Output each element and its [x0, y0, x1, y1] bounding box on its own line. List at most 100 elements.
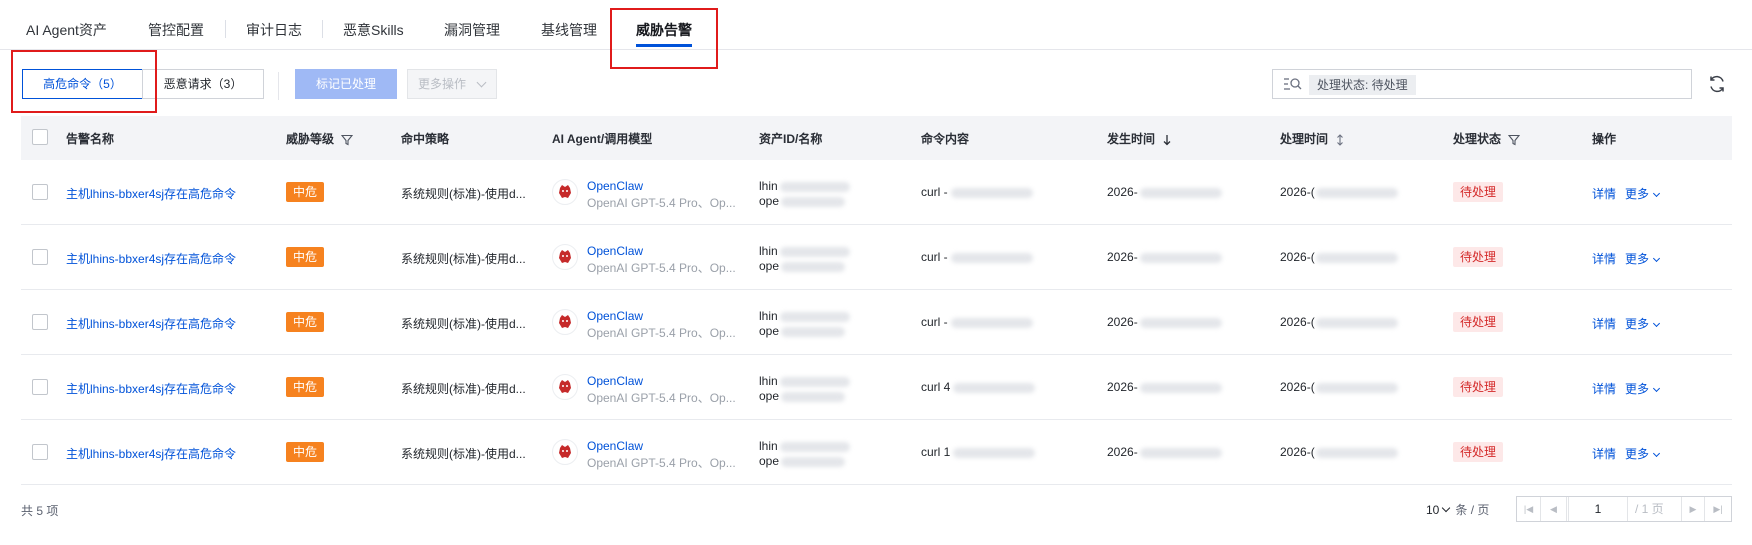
tab-ai-agent-assets[interactable]: AI Agent资产	[26, 20, 107, 40]
more-dropdown[interactable]: 更多	[1625, 252, 1661, 266]
more-label: 更多	[1625, 382, 1650, 396]
status-badge: 待处理	[1453, 442, 1504, 462]
more-dropdown[interactable]: 更多	[1625, 447, 1661, 461]
more-dropdown[interactable]: 更多	[1625, 317, 1661, 331]
column-header-agent-model: AI Agent/调用模型	[552, 132, 653, 146]
tab-baseline-mgmt[interactable]: 基线管理	[541, 20, 597, 40]
filter-icon[interactable]	[1508, 134, 1521, 146]
chevron-down-icon	[1652, 384, 1661, 393]
occurred-time-text: 2026-	[1107, 380, 1138, 394]
chevron-down-icon	[1652, 449, 1661, 458]
redacted-blur	[779, 441, 850, 452]
occurred-time-cell: 2026-	[1107, 185, 1222, 199]
row-checkbox[interactable]	[32, 379, 48, 395]
agent-name-link[interactable]: OpenClaw	[587, 374, 736, 388]
detail-link[interactable]: 详情	[1592, 252, 1616, 266]
prev-page-button[interactable]: ◀	[1541, 497, 1567, 521]
alert-name-link[interactable]: 主机lhins-bbxer4sj存在高危命令	[66, 185, 236, 202]
next-page-button[interactable]: ▶	[1681, 497, 1705, 521]
alert-name-link[interactable]: 主机lhins-bbxer4sj存在高危命令	[66, 445, 236, 462]
tab-vulnerability-mgmt[interactable]: 漏洞管理	[444, 20, 500, 40]
mark-processed-button[interactable]: 标记已处理	[295, 69, 397, 99]
detail-link[interactable]: 详情	[1592, 447, 1616, 461]
command-text: curl -	[921, 185, 948, 199]
row-checkbox[interactable]	[32, 444, 48, 460]
openclaw-logo-icon	[552, 439, 578, 465]
column-header-status[interactable]: 处理状态	[1453, 130, 1521, 147]
asset-id-text: lhin	[759, 179, 778, 193]
redacted-blur	[781, 391, 846, 402]
segment-malicious-requests[interactable]: 恶意请求（3）	[142, 69, 264, 99]
agent-name-link[interactable]: OpenClaw	[587, 244, 736, 258]
table-row: 主机lhins-bbxer4sj存在高危命令 中危 系统规则(标准)-使用d... O…	[21, 160, 1732, 225]
filter-icon[interactable]	[341, 134, 354, 146]
refresh-icon[interactable]	[1707, 74, 1727, 94]
asset-name-text: ope	[759, 324, 780, 338]
more-label: 更多	[1625, 252, 1650, 266]
processed-time-cell: 2026-(	[1280, 250, 1398, 264]
command-text: curl -	[921, 315, 948, 329]
redacted-blur	[953, 447, 1036, 458]
tab-audit-log[interactable]: 审计日志	[246, 20, 302, 40]
total-pages: / 1 页	[1635, 502, 1664, 516]
agent-model-text: OpenAI GPT-5.4 Pro、Op...	[587, 391, 736, 405]
occurred-time-text: 2026-	[1107, 185, 1138, 199]
column-header-threat-level[interactable]: 威胁等级	[286, 130, 354, 147]
top-tab-bar: AI Agent资产 管控配置 审计日志 恶意Skills 漏洞管理 基线管理 …	[0, 0, 1752, 50]
agent-name-link[interactable]: OpenClaw	[587, 309, 736, 323]
alert-name-link[interactable]: 主机lhins-bbxer4sj存在高危命令	[66, 315, 236, 332]
policy-text: 系统规则(标准)-使用d...	[401, 382, 526, 396]
tab-malicious-skills[interactable]: 恶意Skills	[343, 20, 404, 40]
filter-tag-status[interactable]: 处理状态: 待处理	[1309, 75, 1416, 95]
openclaw-logo-icon	[552, 244, 578, 270]
operations-cell: 详情 更多	[1592, 185, 1661, 202]
last-page-button[interactable]: ▶|	[1706, 497, 1730, 521]
row-checkbox[interactable]	[32, 249, 48, 265]
processed-time-text: 2026-(	[1280, 380, 1315, 394]
column-header-policy: 命中策略	[401, 132, 450, 146]
threat-level-badge: 中危	[286, 182, 325, 202]
agent-model-text: OpenAI GPT-5.4 Pro、Op...	[587, 456, 736, 470]
asset-id-text: lhin	[759, 309, 778, 323]
more-dropdown[interactable]: 更多	[1625, 382, 1661, 396]
redacted-blur	[781, 456, 846, 467]
operations-cell: 详情 更多	[1592, 315, 1661, 332]
arrow-down-icon[interactable]	[1162, 134, 1172, 146]
agent-name-link[interactable]: OpenClaw	[587, 179, 736, 193]
operations-cell: 详情 更多	[1592, 445, 1661, 462]
processed-time-cell: 2026-(	[1280, 315, 1398, 329]
row-checkbox[interactable]	[32, 314, 48, 330]
column-header-processed-time[interactable]: 处理时间	[1280, 130, 1345, 147]
column-header-label: 处理状态	[1453, 132, 1502, 146]
detail-link[interactable]: 详情	[1592, 187, 1616, 201]
more-actions-label: 更多操作	[418, 77, 467, 91]
search-filter-input[interactable]: 处理状态: 待处理	[1272, 69, 1692, 99]
more-dropdown[interactable]: 更多	[1625, 187, 1661, 201]
command-cell: curl -	[921, 185, 1033, 199]
page-size-select[interactable]: 10 条 / 页	[1426, 501, 1489, 518]
more-label: 更多	[1625, 317, 1650, 331]
agent-cell: OpenClaw OpenAI GPT-5.4 Pro、Op...	[587, 179, 736, 211]
occurred-time-cell: 2026-	[1107, 250, 1222, 264]
select-all-checkbox[interactable]	[32, 129, 48, 145]
alert-name-link[interactable]: 主机lhins-bbxer4sj存在高危命令	[66, 250, 236, 267]
pagination: |◀ ◀ 1 / 1 页 ▶ ▶|	[1516, 496, 1732, 522]
first-page-button[interactable]: |◀	[1517, 497, 1541, 521]
alert-name-link[interactable]: 主机lhins-bbxer4sj存在高危命令	[66, 380, 236, 397]
more-actions-dropdown[interactable]: 更多操作	[407, 69, 497, 99]
detail-link[interactable]: 详情	[1592, 317, 1616, 331]
table-row: 主机lhins-bbxer4sj存在高危命令 中危 系统规则(标准)-使用d... O…	[21, 290, 1732, 355]
column-header-occurred-time[interactable]: 发生时间	[1107, 130, 1172, 147]
chevron-down-icon	[476, 77, 487, 88]
agent-name-link[interactable]: OpenClaw	[587, 439, 736, 453]
page-number-input[interactable]: 1	[1568, 497, 1628, 521]
agent-cell: OpenClaw OpenAI GPT-5.4 Pro、Op...	[587, 309, 736, 341]
processed-time-text: 2026-(	[1280, 250, 1315, 264]
page-size-value: 10	[1426, 503, 1440, 517]
asset-cell: lhin ope	[759, 179, 850, 209]
detail-link[interactable]: 详情	[1592, 382, 1616, 396]
sort-icon[interactable]	[1335, 134, 1345, 146]
tab-control-config[interactable]: 管控配置	[148, 20, 204, 40]
agent-model-text: OpenAI GPT-5.4 Pro、Op...	[587, 326, 736, 340]
row-checkbox[interactable]	[32, 184, 48, 200]
